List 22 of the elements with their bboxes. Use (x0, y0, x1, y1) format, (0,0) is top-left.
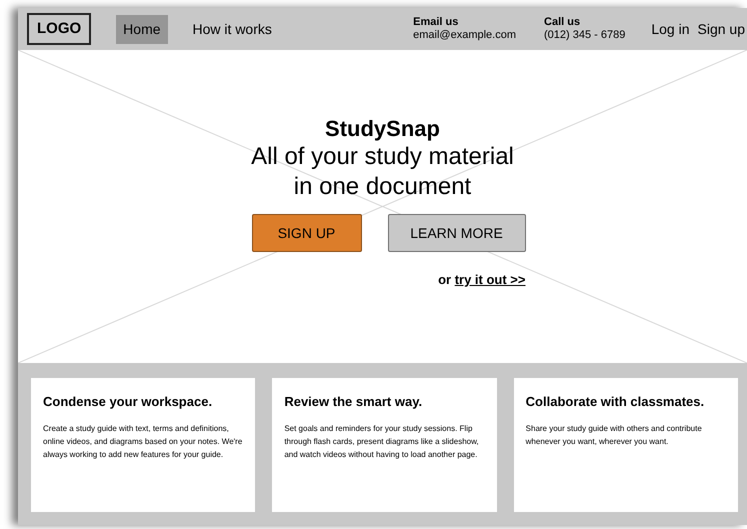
try-link[interactable]: try it out >> (454, 272, 526, 287)
feature-text: Share your study guide with others and contribute whenever you want, wherever you want. (526, 422, 703, 448)
contact-value: email@example.com (413, 29, 516, 42)
try-prompt: or try it out >> (438, 271, 526, 289)
contact-value: (012) 345 - 6789 (544, 29, 626, 42)
nav-link[interactable]: Home (116, 14, 168, 44)
nav-link[interactable]: How it works (186, 14, 279, 44)
feature-text: Set goals and reminders for your study sessions. Flip through flash cards, present diagrams like a slideshow, and watch videos without having to load another page. (284, 422, 480, 460)
feature-text: Create a study guide with text, terms and definitions, online videos, and diagrams based on your notes. We're always working to add new features for your guide. (43, 422, 244, 460)
hero-subtitle: in one document (294, 172, 472, 202)
cta-button[interactable]: SIGN UP (252, 214, 362, 252)
feature-title: Review the smart way. (284, 393, 424, 411)
auth-link[interactable]: Sign up (698, 18, 745, 40)
contact-label: Email us (413, 16, 460, 29)
contact-label: Call us (544, 16, 582, 29)
cta-button[interactable]: LEARN MORE (388, 214, 526, 252)
hero-title: StudySnap (325, 116, 440, 142)
logo[interactable]: LOGO (27, 12, 92, 46)
feature-title: Collaborate with classmates. (526, 393, 706, 411)
feature-title: Condense your workspace. (43, 393, 214, 411)
hero-subtitle: All of your study material (251, 142, 514, 172)
auth-link[interactable]: Log in (651, 18, 690, 40)
